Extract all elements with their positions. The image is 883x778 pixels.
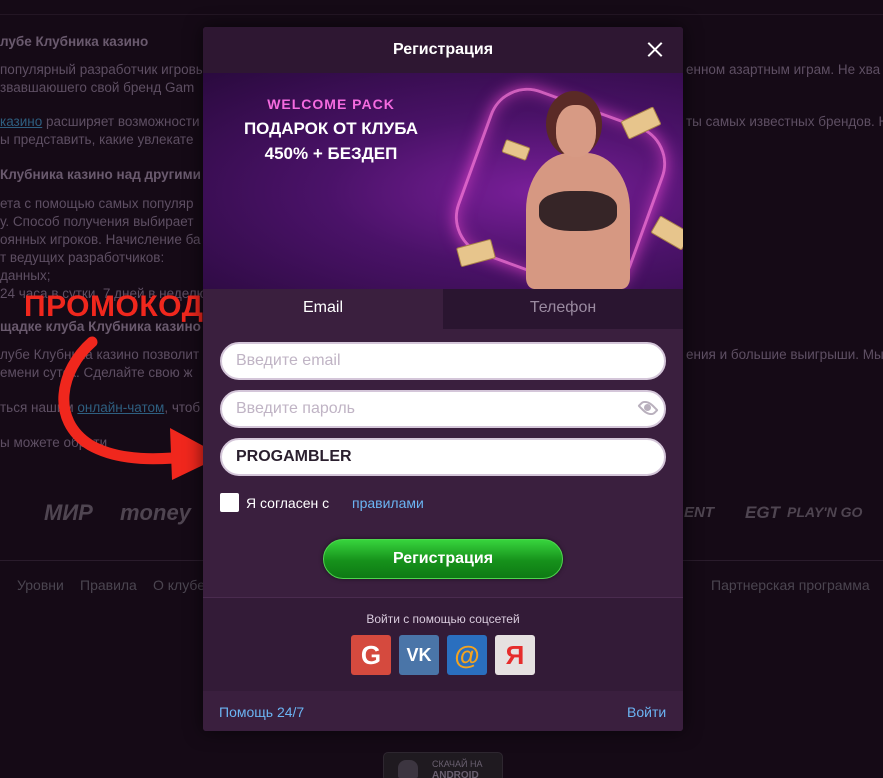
modal-title: Регистрация (392, 41, 494, 58)
terms-checkbox[interactable] (220, 493, 239, 512)
vk-icon[interactable]: VK (399, 635, 439, 675)
provider-logo: ENT (684, 504, 714, 521)
banner-model-image (521, 91, 631, 289)
welcome-banner: WELCOME PACK ПОДАРОК ОТ КЛУБА 450% + БЕЗ… (203, 73, 683, 289)
rules-link[interactable]: правилами (352, 495, 424, 511)
password-field[interactable] (220, 390, 666, 428)
registration-tabs: Email Телефон (203, 289, 683, 329)
article-line: казино расширяет возможности (0, 114, 200, 129)
article-heading: лубе Клубника казино (0, 34, 149, 49)
close-icon[interactable] (643, 38, 667, 62)
footer-link-about[interactable]: О клубе (153, 577, 205, 593)
social-login-title: Войти с помощью соцсетей (366, 612, 520, 626)
show-password-icon-pupil (644, 404, 651, 411)
login-link[interactable]: Войти (627, 704, 666, 720)
social-login-section: Войти с помощью соцсетей G VK @ Я (203, 597, 683, 691)
article-line: ты самых известных брендов. Н (686, 114, 883, 129)
android-app-badge[interactable]: СКАЧАЙ НА ANDROID (383, 752, 503, 778)
tab-email[interactable]: Email (203, 289, 443, 329)
footer-link-levels[interactable]: Уровни (17, 577, 64, 593)
promo-annotation-label: ПРОМОКОД (24, 290, 204, 323)
article-line: ения и большие выигрыши. Мы (686, 347, 883, 362)
article-line: оянных игроков. Начисление ба (0, 232, 201, 247)
modal-footer: Помощь 24/7 Войти (203, 691, 683, 731)
article-line: звавшаюшего свой бренд Gam (0, 80, 195, 95)
modal-header: Регистрация (203, 27, 683, 73)
banner-gift-line1: ПОДАРОК ОТ КЛУБА (243, 119, 419, 138)
promo-code-field[interactable] (220, 438, 666, 476)
help-link[interactable]: Помощь 24/7 (219, 704, 304, 720)
article-line: у. Способ получения выбирает (0, 214, 194, 229)
playngo-logo: PLAY'N GO (787, 504, 863, 520)
article-line: ы представить, какие увлекате (0, 132, 194, 147)
mail-icon[interactable]: @ (447, 635, 487, 675)
money-bill-icon (456, 238, 496, 268)
footer-link-affiliate[interactable]: Партнерская программа (711, 577, 870, 593)
article-line: т ведущих разработчиков: (0, 250, 165, 265)
yandex-icon[interactable]: Я (495, 635, 535, 675)
registration-modal: Регистрация WELCOME PACK ПОДАРОК ОТ КЛУБ… (203, 27, 683, 731)
article-line: енном азартным играм. Не хва (686, 62, 881, 77)
mir-logo: МИР (44, 500, 93, 525)
article-line: популярный разработчик игровых (0, 62, 213, 77)
money-logo: money (120, 500, 191, 525)
casino-link[interactable]: казино (0, 114, 42, 129)
email-field[interactable] (220, 342, 666, 380)
banner-welcome-text: WELCOME PACK (267, 96, 395, 112)
terms-label: Я согласен с (246, 495, 330, 511)
annotation-arrow-icon (58, 336, 222, 480)
footer-link-rules[interactable]: Правила (80, 577, 137, 593)
register-button[interactable]: Регистрация (323, 539, 563, 579)
tab-phone[interactable]: Телефон (443, 289, 683, 329)
android-icon (398, 760, 418, 778)
article-heading: Клубника казино над другими (0, 167, 201, 182)
google-icon[interactable]: G (351, 635, 391, 675)
article-line: ета с помощью самых популяр (0, 196, 194, 211)
article-line: данных; (0, 268, 51, 283)
banner-gift-line2: 450% + БЕЗДЕП (264, 144, 398, 163)
money-bill-icon (650, 215, 683, 251)
egt-logo: EGT (745, 503, 780, 522)
